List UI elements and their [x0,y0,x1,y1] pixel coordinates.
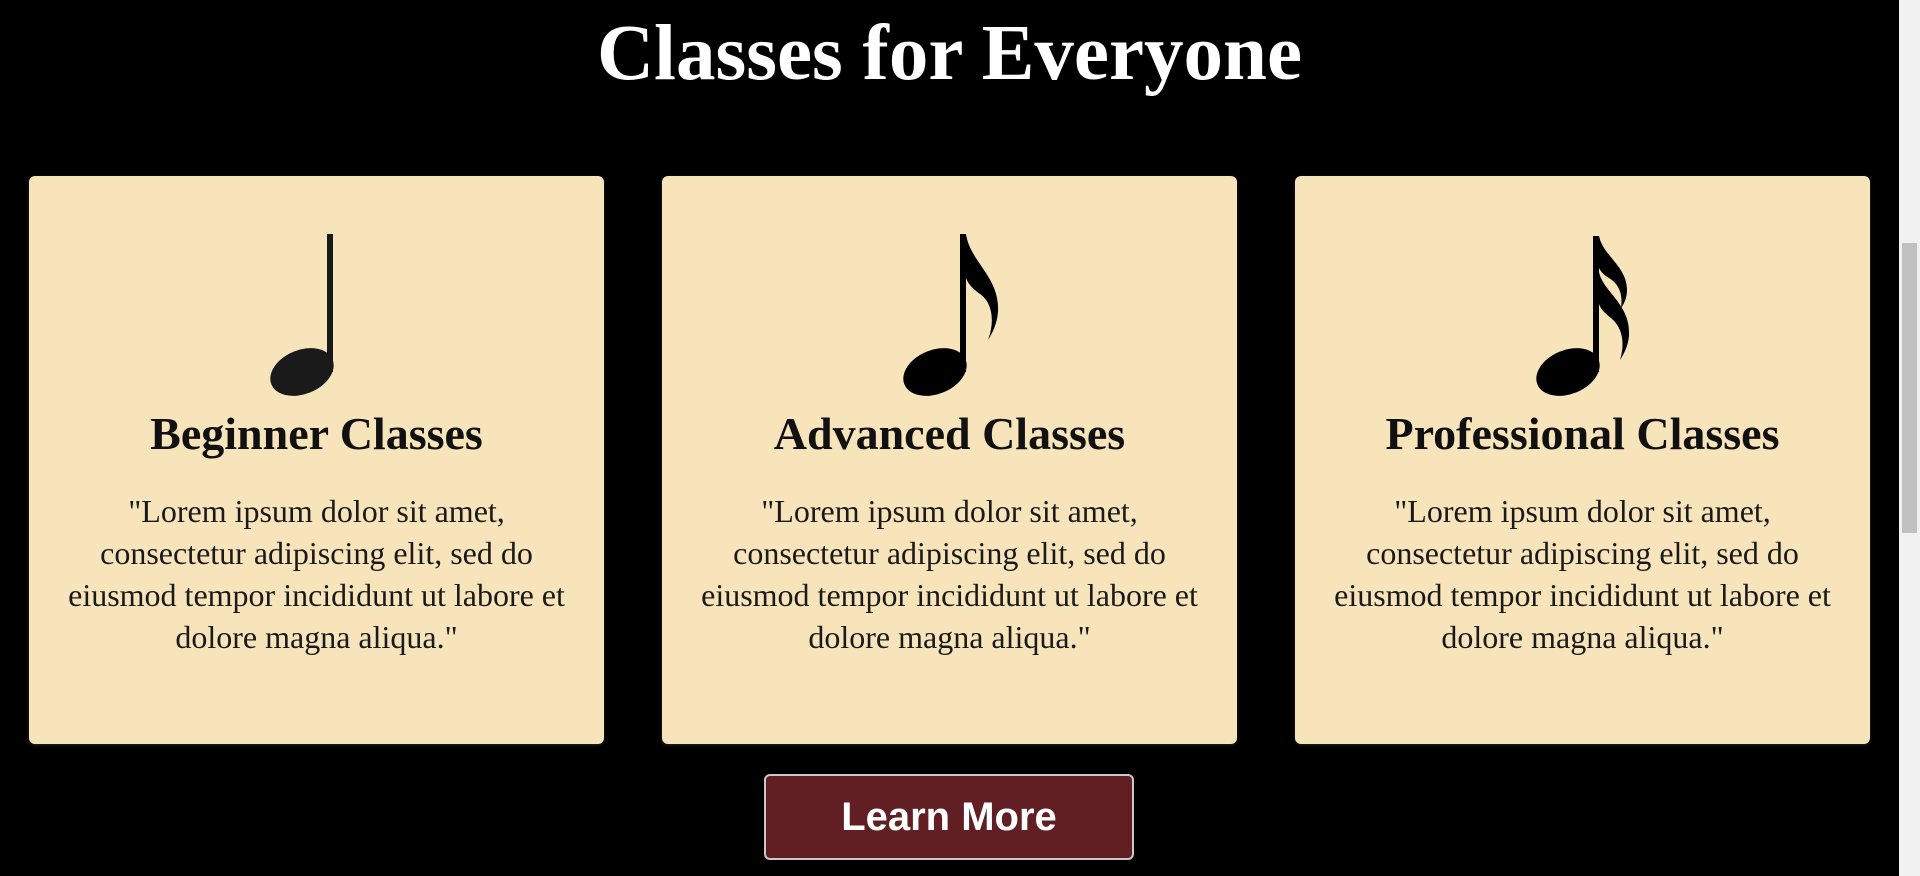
card-description: "Lorem ipsum dolor sit amet, consectetur… [68,493,565,655]
card-title: Professional Classes [1385,408,1780,459]
card-description: "Lorem ipsum dolor sit amet, consectetur… [701,493,1198,655]
page: Classes for Everyone Beginner Classes "L… [0,0,1920,876]
card-advanced: Advanced Classes "Lorem ipsum dolor sit … [662,176,1237,744]
card-beginner: Beginner Classes "Lorem ipsum dolor sit … [29,176,604,744]
learn-more-button[interactable]: Learn More [764,774,1134,860]
class-cards: Beginner Classes "Lorem ipsum dolor sit … [29,176,1871,744]
card-title: Advanced Classes [773,408,1126,459]
vertical-scrollbar[interactable] [1899,0,1920,876]
sixteenth-note-icon [1295,232,1870,402]
section-title: Classes for Everyone [596,10,1303,97]
eighth-note-icon [662,232,1237,402]
scrollbar-thumb[interactable] [1902,243,1917,533]
card-professional: Professional Classes "Lorem ipsum dolor … [1295,176,1870,744]
card-title: Beginner Classes [150,408,483,459]
quarter-note-icon [29,232,604,402]
card-description: "Lorem ipsum dolor sit amet, consectetur… [1334,493,1831,655]
